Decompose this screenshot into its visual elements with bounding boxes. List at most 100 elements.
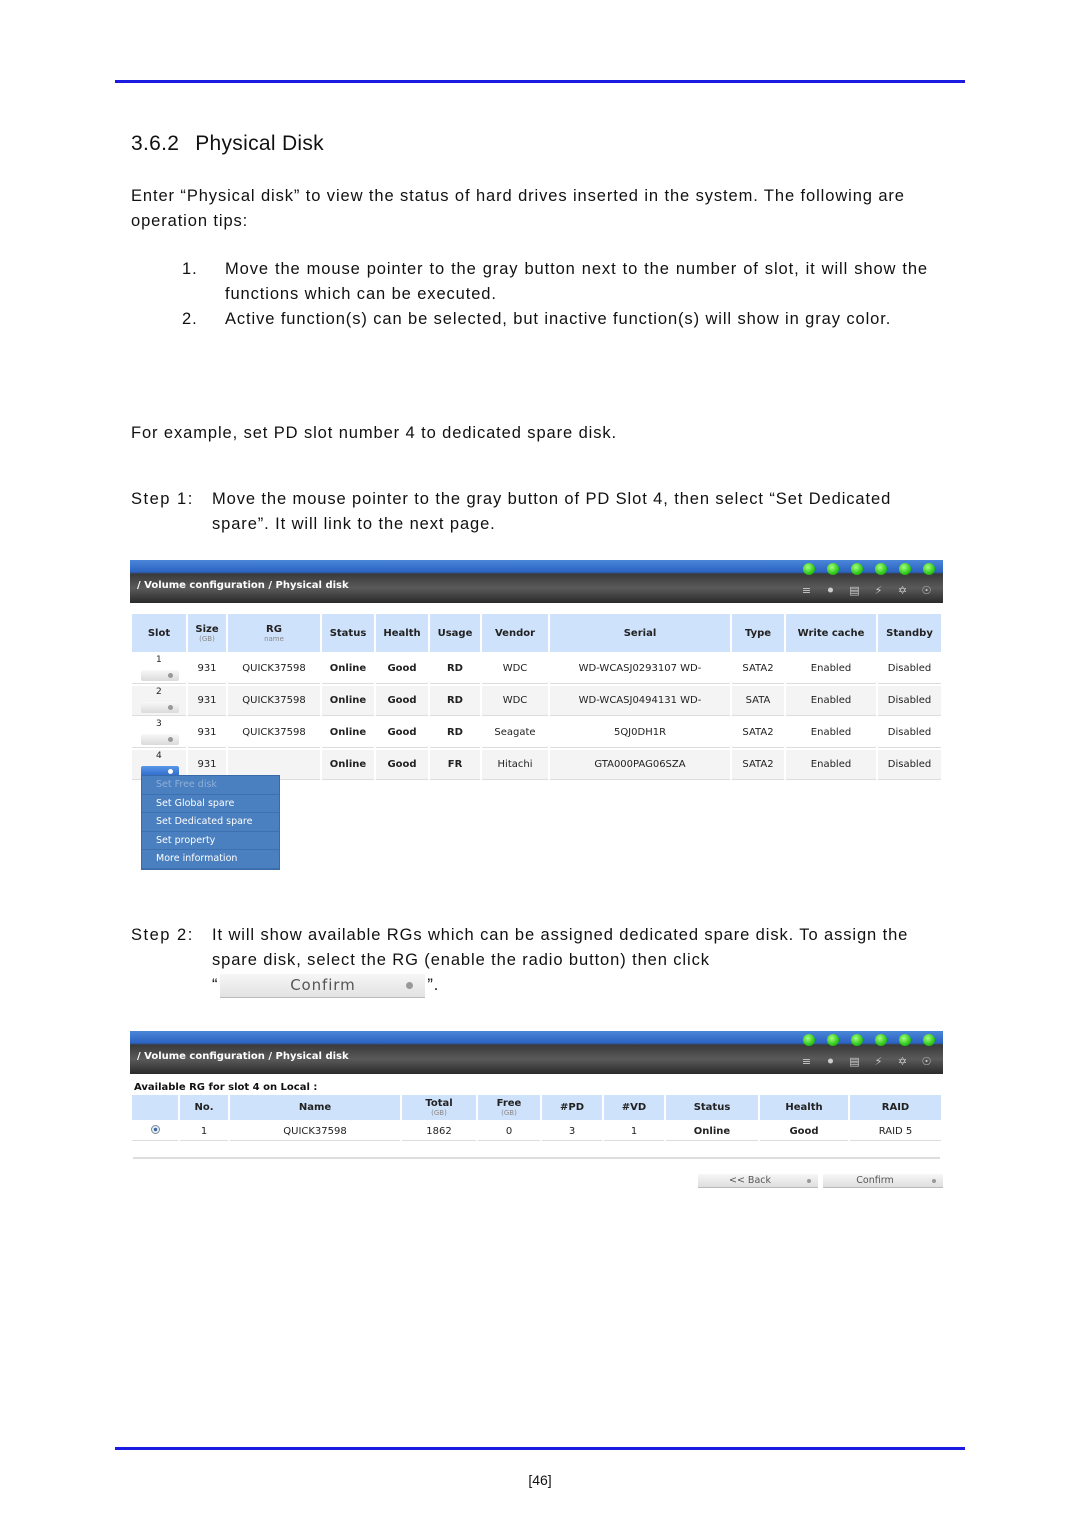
step-label: Step 2: <box>131 926 194 944</box>
step-text: It will show available RGs which can be … <box>212 923 912 998</box>
status-cell: Online <box>666 1122 758 1141</box>
health-cell: Good <box>376 654 428 684</box>
col-raid: RAID <box>850 1095 941 1120</box>
header-rule <box>115 80 965 83</box>
type-cell: SATA2 <box>732 718 784 748</box>
col-size: Size (GB) <box>188 614 226 652</box>
status-cell: Online <box>322 654 374 684</box>
col-free: Free (GB) <box>478 1095 540 1120</box>
col-usage: Usage <box>430 614 480 652</box>
col-standby: Standby <box>878 614 941 652</box>
vendor-cell: WDC <box>482 654 548 684</box>
menu-item-set-global-spare[interactable]: Set Global spare <box>142 795 279 814</box>
step-text: Move the mouse pointer to the gray butto… <box>212 490 892 533</box>
pd-cell: 3 <box>542 1122 602 1141</box>
title-bar: / Volume configuration / Physical disk ≡… <box>130 1029 943 1074</box>
status-led <box>875 1034 887 1046</box>
tip-number: 1. <box>182 260 198 278</box>
breadcrumb: / Volume configuration / Physical disk <box>137 580 349 591</box>
col-health: Health <box>760 1095 848 1120</box>
write-cache-cell: Enabled <box>786 718 876 748</box>
usage-cell: FR <box>430 750 480 780</box>
step-1: Step 1: Move the mouse pointer to the gr… <box>131 487 912 537</box>
slot-cell: 3 <box>132 718 186 748</box>
name-cell: QUICK37598 <box>230 1122 400 1141</box>
tip-item: 2. Active function(s) can be selected, b… <box>182 307 928 332</box>
tips-list: 1. Move the mouse pointer to the gray bu… <box>182 257 928 332</box>
vendor-cell: Seagate <box>482 718 548 748</box>
col-vendor: Vendor <box>482 614 548 652</box>
confirm-button[interactable]: Confirm <box>823 1174 943 1188</box>
status-led <box>827 1034 839 1046</box>
tip-item: 1. Move the mouse pointer to the gray bu… <box>182 257 928 307</box>
status-led <box>851 563 863 575</box>
thermometer-icon[interactable]: ⚫ <box>824 1055 837 1068</box>
status-led <box>827 563 839 575</box>
thermometer-icon[interactable]: ⚫ <box>824 584 837 597</box>
power-icon[interactable]: ☉ <box>920 1055 933 1068</box>
col-status: Status <box>322 614 374 652</box>
breadcrumb: / Volume configuration / Physical disk <box>137 1051 349 1062</box>
menu-item-set-property[interactable]: Set property <box>142 832 279 851</box>
write-cache-cell: Enabled <box>786 686 876 716</box>
slot-menu-button[interactable] <box>141 670 179 681</box>
power-icon[interactable]: ☉ <box>920 584 933 597</box>
slot-context-menu: Set Free disk Set Global spare Set Dedic… <box>141 775 280 870</box>
col-no: No. <box>180 1095 228 1120</box>
section-title: Physical Disk <box>195 132 324 155</box>
free-cell: 0 <box>478 1122 540 1141</box>
status-led <box>923 1034 935 1046</box>
standby-cell: Disabled <box>878 686 941 716</box>
health-cell: Good <box>376 686 428 716</box>
table-header-row: No. Name Total (GB) Free (GB) #PD #VD Stat… <box>132 1095 941 1120</box>
fan-icon[interactable]: ✡ <box>896 1055 909 1068</box>
disk-icon[interactable]: ≡ <box>800 1055 813 1068</box>
usage-cell: RD <box>430 686 480 716</box>
page-number: [46] <box>528 1472 552 1488</box>
slot-cell: 1 <box>132 654 186 684</box>
status-led <box>803 1034 815 1046</box>
health-cell: Good <box>760 1122 848 1141</box>
status-led <box>851 1034 863 1046</box>
available-rg-caption: Available RG for slot 4 on Local : <box>134 1082 318 1093</box>
status-led <box>803 563 815 575</box>
rg-radio-button[interactable] <box>150 1125 160 1134</box>
disk-icon[interactable]: ≡ <box>800 584 813 597</box>
status-cell: Online <box>322 750 374 780</box>
standby-cell: Disabled <box>878 654 941 684</box>
col-type: Type <box>732 614 784 652</box>
tip-text: Move the mouse pointer to the gray butto… <box>225 260 928 303</box>
voltage-icon[interactable]: ⚡ <box>872 584 885 597</box>
menu-item-set-dedicated-spare[interactable]: Set Dedicated spare <box>142 813 279 832</box>
physical-disk-screenshot: / Volume configuration / Physical disk ≡… <box>130 558 943 870</box>
voltage-icon[interactable]: ⚡ <box>872 1055 885 1068</box>
ups-icon[interactable]: ▤ <box>848 584 861 597</box>
type-cell: SATA2 <box>732 750 784 780</box>
raid-cell: RAID 5 <box>850 1122 941 1141</box>
menu-item-more-information[interactable]: More information <box>142 850 279 869</box>
total-cell: 1862 <box>402 1122 476 1141</box>
fan-icon[interactable]: ✡ <box>896 584 909 597</box>
col-health: Health <box>376 614 428 652</box>
step-2: Step 2: It will show available RGs which… <box>131 923 912 998</box>
size-cell: 931 <box>188 718 226 748</box>
back-button[interactable]: << Back <box>698 1174 818 1188</box>
col-vd: #VD <box>604 1095 664 1120</box>
ups-icon[interactable]: ▤ <box>848 1055 861 1068</box>
table-row: 1 QUICK37598 1862 0 3 1 Online Good RAID… <box>132 1122 941 1141</box>
slot-menu-button[interactable] <box>141 734 179 745</box>
slot-menu-button[interactable] <box>141 702 179 713</box>
table-row: 2 931 QUICK37598 Online Good RD WDC WD-W… <box>132 686 941 716</box>
rg-cell: QUICK37598 <box>228 686 320 716</box>
col-pd: #PD <box>542 1095 602 1120</box>
vendor-cell: WDC <box>482 686 548 716</box>
col-serial: Serial <box>550 614 730 652</box>
status-led <box>875 563 887 575</box>
rg-cell: QUICK37598 <box>228 654 320 684</box>
section-number: 3.6.2 <box>131 132 180 155</box>
status-icons: ≡ ⚫ ▤ ⚡ ✡ ☉ <box>800 584 933 597</box>
tip-text: Active function(s) can be selected, but … <box>225 310 892 328</box>
table-header-row: Slot Size (GB) RG name Status Health Usage… <box>132 614 941 652</box>
tip-number: 2. <box>182 310 198 328</box>
type-cell: SATA <box>732 686 784 716</box>
